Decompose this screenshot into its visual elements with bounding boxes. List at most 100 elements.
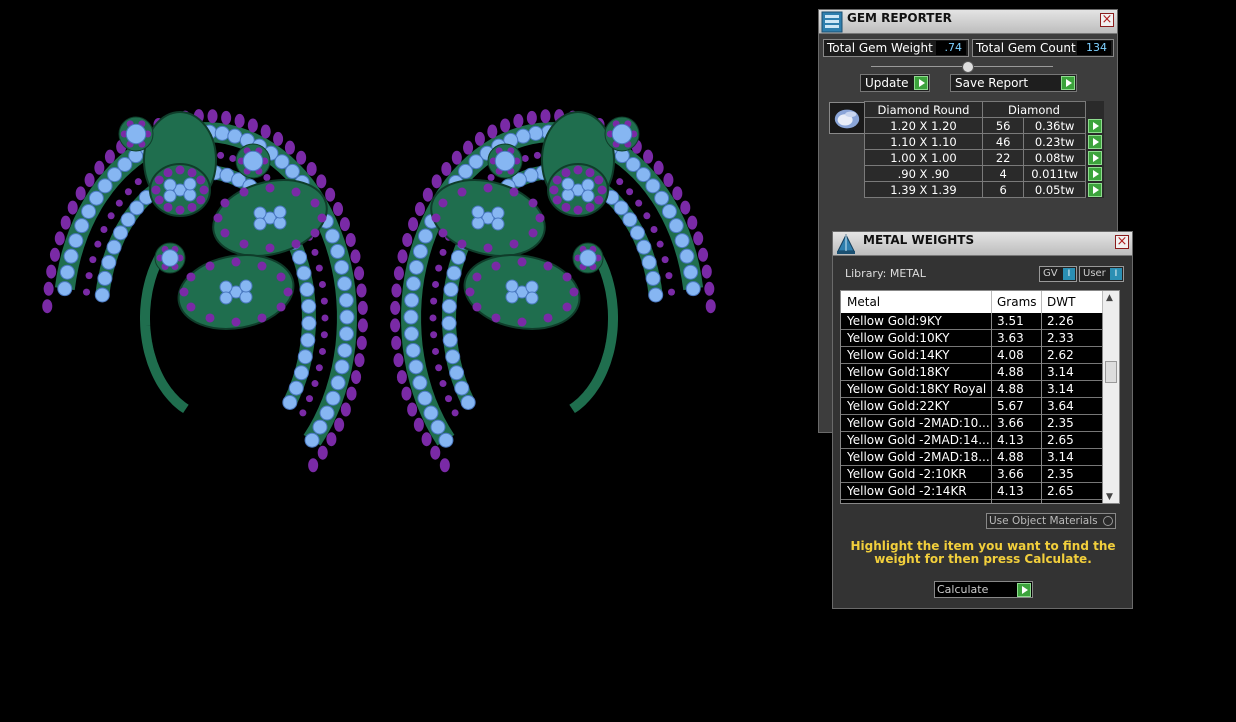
use-object-materials-option[interactable]: Use Object Materials — [986, 513, 1116, 529]
col-grams[interactable]: Grams — [997, 295, 1037, 309]
close-icon[interactable]: × — [1115, 235, 1129, 249]
metal-grams: 3.51 — [997, 314, 1024, 328]
metal-table: Metal Grams DWT Yellow Gold:9KY 3.51 2.26 Y… — [840, 290, 1120, 504]
shape-header: Diamond Round — [864, 101, 983, 118]
metal-row[interactable]: Yellow Gold:22KY 5.67 3.64 — [841, 398, 1103, 415]
play-icon — [1061, 76, 1075, 90]
metal-grams: 3.63 — [997, 331, 1024, 345]
metal-dwt: 3.64 — [1047, 399, 1074, 413]
close-icon[interactable]: × — [1100, 13, 1114, 27]
metal-grams: 3.66 — [997, 467, 1024, 481]
metal-row[interactable]: Yellow Gold:9KY 3.51 2.26 — [841, 313, 1103, 330]
save-report-button[interactable]: Save Report — [950, 74, 1077, 92]
scroll-down-icon[interactable]: ▼ — [1106, 492, 1113, 502]
total-gem-count-value: 134 — [1077, 41, 1111, 55]
metal-metal: Yellow Gold:10KY — [847, 331, 950, 345]
metal-metal: Yellow Gold:9KY — [847, 314, 942, 328]
select-row-icon[interactable] — [1088, 182, 1102, 197]
col-dwt[interactable]: DWT — [1047, 295, 1075, 309]
gem-row[interactable]: 1.00 X 1.00 22 0.08tw — [864, 149, 1104, 166]
col-metal[interactable]: Metal — [847, 295, 880, 309]
user-toggle[interactable]: User I — [1079, 266, 1124, 282]
earring-right — [390, 109, 716, 473]
gem-table-header: Diamond Round Diamond — [864, 101, 1104, 118]
gem-row[interactable]: 1.10 X 1.10 46 0.23tw — [864, 133, 1104, 150]
gem-size: 1.39 X 1.39 — [864, 181, 983, 198]
metal-row[interactable]: Yellow Gold:18KY Royal 4.88 3.14 — [841, 381, 1103, 398]
gv-toggle-icon: I — [1063, 268, 1075, 280]
metal-grams: 4.88 — [997, 450, 1024, 464]
gem-size: 1.10 X 1.10 — [864, 133, 983, 150]
metal-row[interactable]: Yellow Gold -2:10KR 3.66 2.35 — [841, 466, 1103, 483]
metal-row[interactable]: Yellow Gold -2MAD:14... 4.13 2.65 — [841, 432, 1103, 449]
metal-metal: Yellow Gold:18KY Royal — [847, 382, 987, 396]
metal-metal: Yellow Gold -2MAD:18... — [847, 450, 989, 464]
total-gem-weight-value: .74 — [936, 41, 966, 55]
total-gem-weight-label: Total Gem Weight — [827, 41, 933, 55]
gem-weight: 0.36tw — [1023, 117, 1086, 134]
metal-dwt: 2.62 — [1047, 348, 1074, 362]
scroll-thumb[interactable] — [1105, 361, 1117, 383]
diamond-thumbnail-icon — [829, 102, 865, 134]
gem-count: 6 — [981, 181, 1025, 198]
save-report-label: Save Report — [955, 76, 1029, 90]
metal-dwt: 2.65 — [1047, 484, 1074, 498]
gem-size: 1.20 X 1.20 — [864, 117, 983, 134]
metal-grams: 4.88 — [997, 382, 1024, 396]
select-row-icon[interactable] — [1088, 166, 1102, 181]
metal-dwt: 2.35 — [1047, 416, 1074, 430]
gem-row[interactable]: 1.20 X 1.20 56 0.36tw — [864, 117, 1104, 134]
metal-metal: Yellow Gold:18KY — [847, 365, 950, 379]
metal-metal: Yellow Gold -2:10KR — [847, 467, 967, 481]
metal-weights-titlebar[interactable]: METAL WEIGHTS × — [833, 232, 1132, 256]
calculate-button[interactable]: Calculate — [934, 581, 1033, 598]
gem-weight: 0.08tw — [1023, 149, 1086, 166]
gem-count: 46 — [981, 133, 1025, 150]
play-icon — [914, 76, 928, 90]
gem-reporter-icon — [821, 11, 843, 33]
select-row-icon[interactable] — [1088, 118, 1102, 133]
gem-size: 1.00 X 1.00 — [864, 149, 983, 166]
metal-metal: Yellow Gold -2MAD:10... — [847, 416, 989, 430]
metal-grams: 3.66 — [997, 416, 1024, 430]
metal-grams: 5.67 — [997, 399, 1024, 413]
metal-row[interactable]: Yellow Gold -2:14KR 4.13 2.65 — [841, 483, 1103, 500]
select-row-icon[interactable] — [1088, 134, 1102, 149]
gv-toggle[interactable]: GV I — [1039, 266, 1077, 282]
gem-size: .90 X .90 — [864, 165, 983, 182]
gem-row[interactable]: .90 X .90 4 0.011tw — [864, 165, 1104, 182]
metal-dwt: 2.35 — [1047, 467, 1074, 481]
gem-reporter-titlebar[interactable]: GEM REPORTER × — [819, 10, 1117, 34]
metal-row[interactable]: Yellow Gold:14KY 4.08 2.62 — [841, 347, 1103, 364]
metal-grams: 4.13 — [997, 484, 1024, 498]
instruction-text: Highlight the item you want to find the … — [850, 539, 1116, 566]
gv-label: GV — [1043, 268, 1058, 279]
metal-metal: Yellow Gold -2:14KR — [847, 484, 967, 498]
jewelry-3d-viewport[interactable] — [0, 0, 800, 722]
metal-metal: Yellow Gold:22KY — [847, 399, 950, 413]
metal-weights-title: METAL WEIGHTS — [863, 233, 975, 247]
scroll-up-icon[interactable]: ▲ — [1106, 293, 1113, 303]
total-gem-count-box: Total Gem Count 134 — [972, 39, 1114, 57]
metal-row[interactable]: Yellow Gold -2MAD:10... 3.66 2.35 — [841, 415, 1103, 432]
metal-dwt: 2.33 — [1047, 331, 1074, 345]
metal-row[interactable]: Yellow Gold:10KY 3.63 2.33 — [841, 330, 1103, 347]
slider-handle[interactable] — [962, 61, 974, 73]
metal-dwt: 3.14 — [1047, 382, 1074, 396]
earring-left — [42, 109, 368, 473]
user-toggle-icon: I — [1110, 268, 1122, 280]
gem-row[interactable]: 1.39 X 1.39 6 0.05tw — [864, 181, 1104, 198]
metal-grams: 4.88 — [997, 365, 1024, 379]
total-gem-weight-box: Total Gem Weight .74 — [823, 39, 969, 57]
metal-grams: 4.13 — [997, 433, 1024, 447]
metal-table-header: Metal Grams DWT — [841, 291, 1103, 313]
select-row-icon[interactable] — [1088, 150, 1102, 165]
metal-table-scrollbar[interactable]: ▲ ▼ — [1103, 291, 1119, 503]
metal-row[interactable]: Yellow Gold:18KY 4.88 3.14 — [841, 364, 1103, 381]
gem-count: 56 — [981, 117, 1025, 134]
update-button[interactable]: Update — [860, 74, 930, 92]
scale-icon — [837, 233, 855, 254]
library-label: Library: METAL — [845, 267, 926, 280]
metal-row[interactable]: Yellow Gold -2MAD:18... 4.88 3.14 — [841, 449, 1103, 466]
metal-weights-window: METAL WEIGHTS × Library: METAL GV I User… — [832, 231, 1133, 609]
